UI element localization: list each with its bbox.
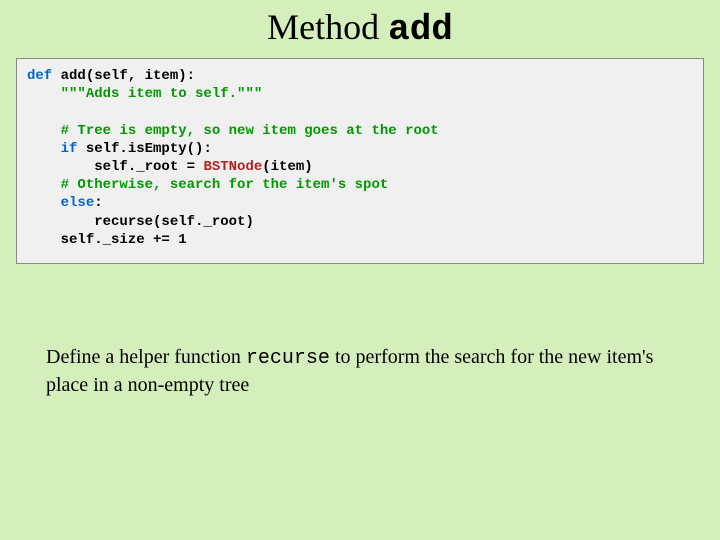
kw-def: def (27, 68, 52, 84)
kw-else: else (61, 195, 95, 211)
code-text: add(self, item): (52, 68, 195, 84)
indent (27, 177, 61, 193)
code-text: self._root = (94, 159, 203, 175)
indent (27, 232, 61, 248)
title-prefix: Method (267, 7, 388, 47)
code-text: : (94, 195, 102, 211)
caption-text: Define a helper function (46, 346, 246, 368)
code-text: (item) (262, 159, 312, 175)
caption-mono: recurse (246, 347, 330, 370)
code-text: self._size += 1 (61, 232, 187, 248)
indent (27, 214, 94, 230)
code-text: recurse(self._root) (94, 214, 254, 230)
comment: # Otherwise, search for the item's spot (61, 177, 389, 193)
kw-if: if (61, 141, 78, 157)
indent (27, 141, 61, 157)
slide-title: Method add (0, 0, 720, 58)
indent (27, 159, 94, 175)
docstring: """Adds item to self.""" (61, 86, 263, 102)
indent (27, 86, 61, 102)
comment: # Tree is empty, so new item goes at the… (61, 123, 439, 139)
code-block: def add(self, item): """Adds item to sel… (16, 58, 704, 264)
indent (27, 123, 61, 139)
code-text: self.isEmpty(): (77, 141, 211, 157)
caption: Define a helper function recurse to perf… (46, 344, 674, 399)
title-method: add (388, 9, 453, 50)
indent (27, 195, 61, 211)
class-name: BSTNode (203, 159, 262, 175)
